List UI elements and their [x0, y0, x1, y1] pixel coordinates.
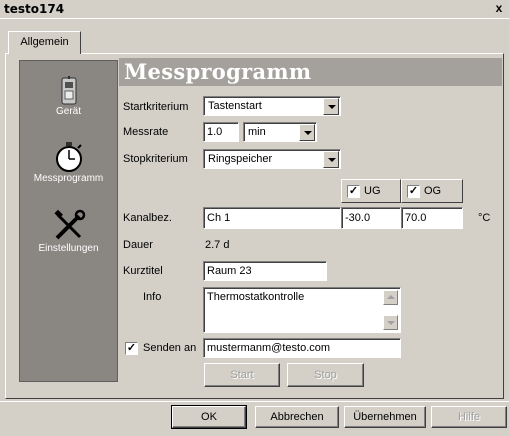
startkriterium-label: Startkriterium	[123, 101, 189, 113]
stop-button[interactable]: Stop	[287, 363, 364, 387]
sidebar-item-geraet[interactable]: Gerät	[20, 76, 117, 117]
info-scrollbar[interactable]	[383, 290, 398, 330]
help-button[interactable]: Hilfe	[431, 406, 507, 428]
kanalbez-label: Kanalbez.	[123, 212, 172, 224]
startkriterium-value: Tastenstart	[208, 100, 262, 112]
cancel-button[interactable]: Abbrechen	[255, 406, 339, 428]
dauer-value: 2.7 d	[205, 239, 230, 251]
og-checkbox[interactable]: ✓	[407, 185, 420, 198]
unit-label: °C	[478, 212, 491, 224]
title-divider	[0, 18, 509, 19]
senden-label: Senden an	[143, 342, 197, 354]
scroll-down-icon[interactable]	[383, 315, 398, 330]
close-button[interactable]: x	[491, 1, 507, 17]
messrate-input[interactable]: 1.0	[203, 122, 239, 142]
sidebar-item-messprogramm[interactable]: Messprogramm	[20, 141, 117, 184]
kurztitel-label: Kurztitel	[123, 265, 163, 277]
sidebar-item-label: Einstellungen	[38, 243, 99, 254]
window-title: testo174	[4, 2, 65, 16]
ug-checkbox[interactable]: ✓	[347, 185, 360, 198]
og-label: OG	[424, 185, 442, 197]
sidebar-item-label: Messprogramm	[33, 173, 104, 184]
dauer-label: Dauer	[123, 239, 153, 251]
ug-label: UG	[364, 185, 381, 197]
stopwatch-icon	[55, 142, 82, 172]
sidebar-nav: Gerät Messprogramm Einstellungen	[19, 60, 118, 382]
info-textarea[interactable]: Thermostatkontrolle	[203, 287, 401, 333]
title-bar	[0, 0, 509, 18]
messrate-unit-select[interactable]: min	[243, 122, 317, 142]
ug-value-input[interactable]: -30.0	[341, 207, 401, 229]
og-header[interactable]: ✓ OG	[401, 179, 463, 203]
senden-checkbox[interactable]: ✓	[125, 342, 138, 355]
chevron-down-icon[interactable]	[323, 98, 339, 115]
device-icon	[61, 76, 76, 105]
kurztitel-input[interactable]: Raum 23	[203, 261, 327, 281]
sidebar-item-einstellungen[interactable]: Einstellungen	[20, 209, 117, 254]
stopkriterium-value: Ringspeicher	[208, 153, 273, 165]
messrate-unit-value: min	[248, 126, 266, 138]
stopkriterium-select[interactable]: Ringspeicher	[203, 149, 341, 169]
scroll-up-icon[interactable]	[383, 290, 398, 305]
apply-button[interactable]: Übernehmen	[344, 406, 426, 428]
info-text: Thermostatkontrolle	[207, 291, 305, 303]
footer-divider	[0, 401, 509, 402]
page-title: Messprogramm	[124, 59, 312, 84]
stopkriterium-label: Stopkriterium	[123, 153, 188, 165]
tools-icon	[53, 209, 85, 240]
sidebar-item-label: Gerät	[55, 106, 81, 117]
info-label: Info	[143, 291, 162, 303]
messrate-label: Messrate	[123, 126, 169, 138]
ok-button[interactable]: OK	[171, 405, 247, 429]
start-button[interactable]: Start	[204, 363, 280, 387]
chevron-down-icon[interactable]	[299, 124, 315, 141]
ug-header[interactable]: ✓ UG	[341, 179, 401, 203]
tab-allgemein[interactable]: Allgemein	[8, 31, 81, 54]
og-value-input[interactable]: 70.0	[401, 207, 463, 229]
startkriterium-select[interactable]: Tastenstart	[203, 96, 341, 116]
kanalbez-input[interactable]: Ch 1	[203, 207, 341, 229]
chevron-down-icon[interactable]	[323, 151, 339, 168]
email-field[interactable]: mustermanm@testo.com	[203, 338, 401, 358]
